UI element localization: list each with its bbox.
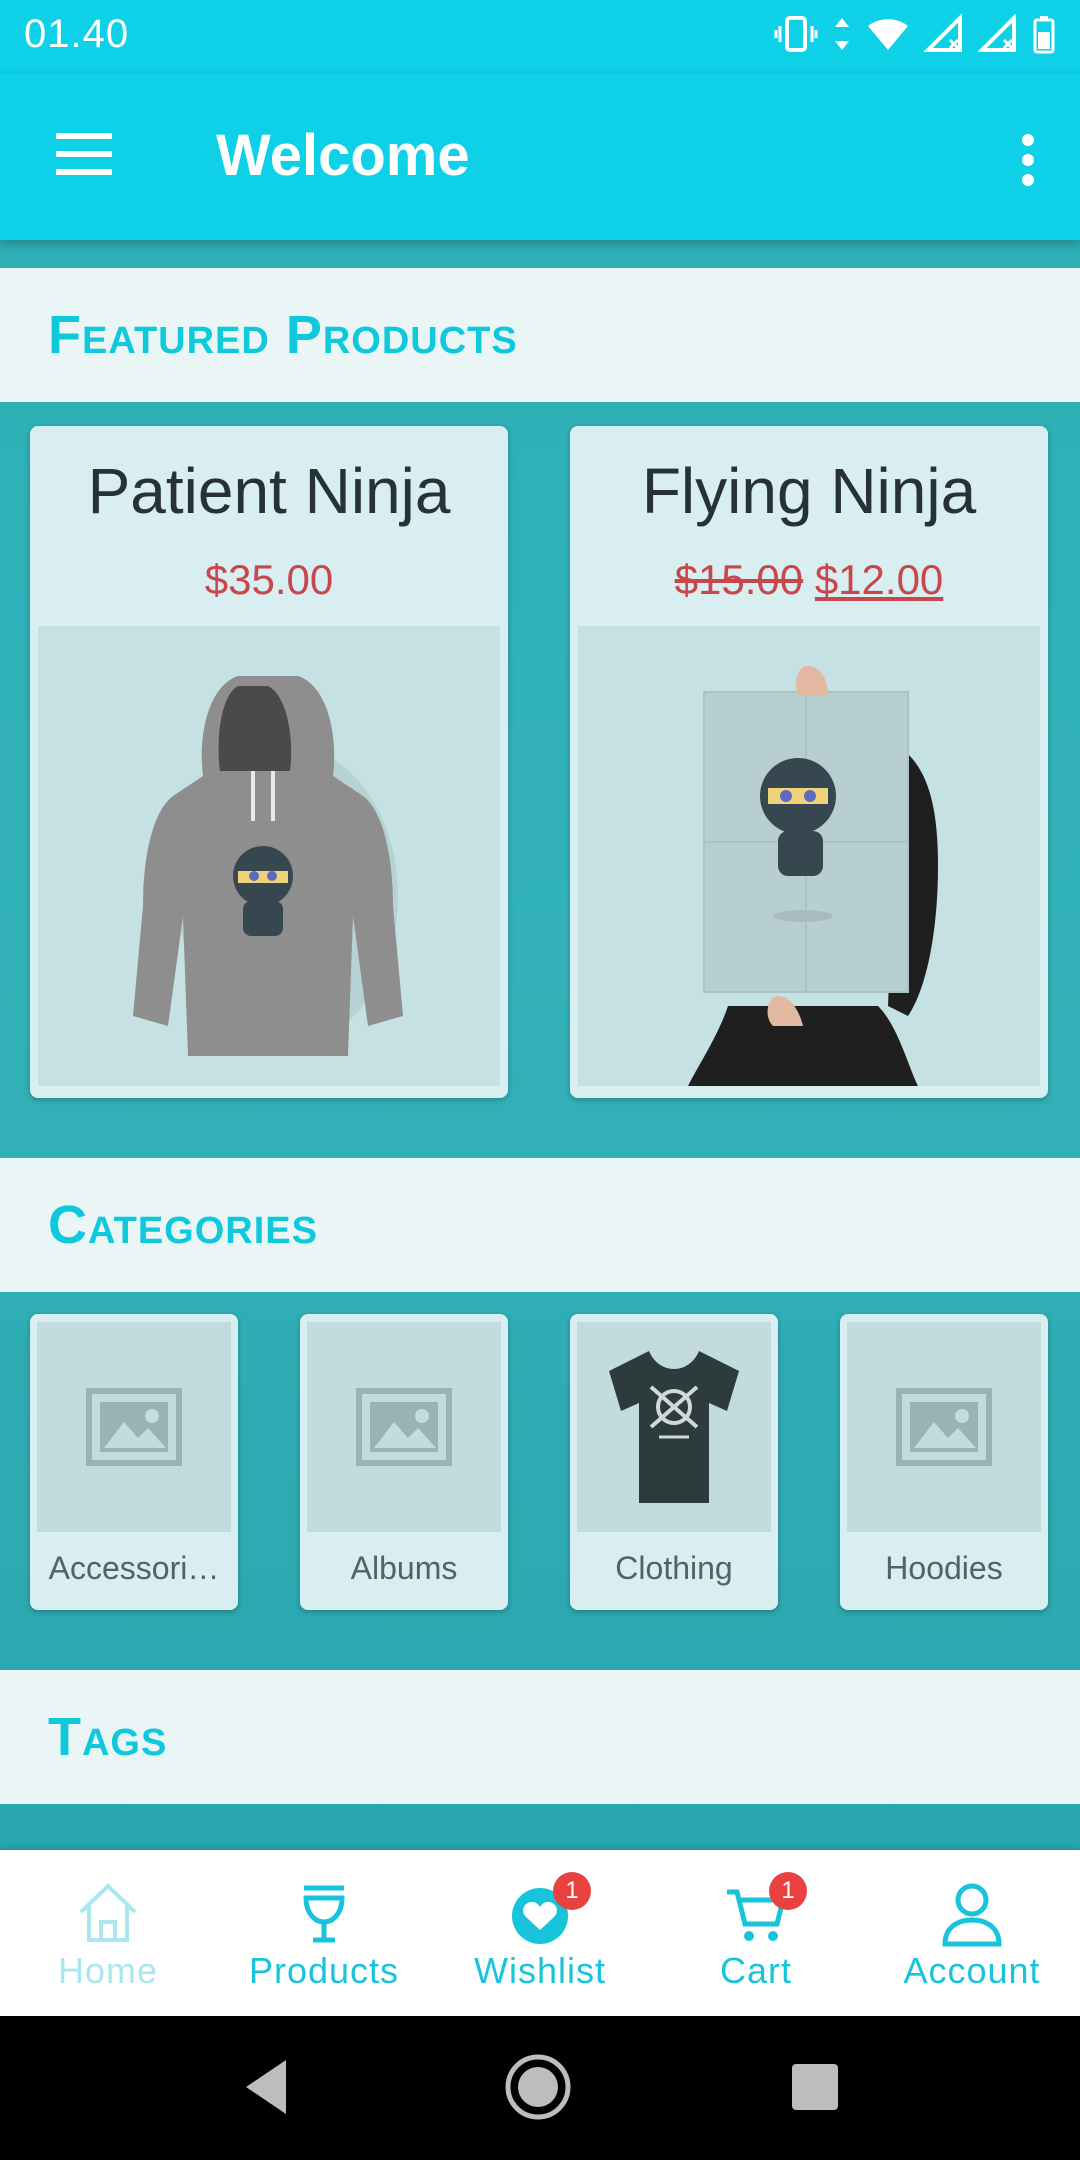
- nav-label: Cart: [719, 1950, 792, 1991]
- categories-title: Categories: [48, 1195, 318, 1255]
- category-label: Clothing: [615, 1550, 733, 1586]
- nav-label: Account: [903, 1950, 1041, 1991]
- wishlist-icon-wrap: 1: [505, 1872, 591, 1948]
- product-image-poster: [578, 626, 1040, 1086]
- status-time: 01.40: [24, 12, 130, 56]
- image-placeholder-icon: [86, 1388, 182, 1466]
- back-icon[interactable]: [236, 2052, 296, 2122]
- category-thumb: [37, 1322, 231, 1532]
- category-thumb: [577, 1322, 771, 1532]
- category-label: Hoodies: [885, 1550, 1003, 1586]
- page-title: Welcome: [216, 123, 470, 188]
- product-image-hoodie: [38, 626, 500, 1086]
- nav-item-cart[interactable]: 1 Cart: [648, 1850, 864, 2016]
- nav-label: Wishlist: [474, 1950, 606, 1991]
- data-arrows-icon: [835, 18, 849, 50]
- more-options-icon[interactable]: [1016, 130, 1040, 190]
- wishlist-badge: 1: [553, 1872, 591, 1910]
- bottom-navigation: Home Products 1 Wishlist 1 Cart Account: [0, 1850, 1080, 2016]
- home-button-icon[interactable]: [503, 2052, 573, 2122]
- battery-icon: [1033, 16, 1055, 54]
- product-name: Patient Ninja: [87, 455, 451, 527]
- wifi-icon: [868, 19, 908, 50]
- category-thumb: [307, 1322, 501, 1532]
- image-placeholder-icon: [356, 1388, 452, 1466]
- price-current: $35.00: [204, 556, 334, 603]
- featured-products-header: Featured Products: [0, 268, 1080, 402]
- category-card-accessories[interactable]: Accessori…: [30, 1314, 238, 1610]
- product-name: Flying Ninja: [641, 455, 977, 527]
- featured-products-title: Featured Products: [48, 305, 518, 365]
- nav-label: Home: [57, 1950, 159, 1991]
- vibrate-icon: [774, 16, 818, 52]
- person-icon: [942, 1883, 1002, 1947]
- category-label: Accessori…: [48, 1550, 220, 1586]
- price-sale: $12.00: [814, 556, 944, 603]
- categories-header: Categories: [0, 1158, 1080, 1292]
- product-card-patient-ninja[interactable]: Patient Ninja $35.00: [30, 426, 508, 1098]
- home-content[interactable]: Featured Products Patient Ninja $35.00 F…: [0, 240, 1080, 1850]
- category-card-albums[interactable]: Albums: [300, 1314, 508, 1610]
- tags-header: Tags: [0, 1670, 1080, 1804]
- recents-icon[interactable]: [784, 2052, 844, 2122]
- nav-item-wishlist[interactable]: 1 Wishlist: [432, 1850, 648, 2016]
- nav-item-products[interactable]: Products: [216, 1850, 432, 2016]
- category-thumb: [847, 1322, 1041, 1532]
- glass-icon: [303, 1885, 345, 1943]
- nav-label: Products: [248, 1950, 400, 1991]
- nav-item-home[interactable]: Home: [0, 1850, 216, 2016]
- app-bar: Welcome: [0, 74, 1080, 240]
- price-original: $15.00: [674, 556, 804, 603]
- image-placeholder-icon: [896, 1388, 992, 1466]
- status-icons: [774, 14, 1056, 54]
- product-card-flying-ninja[interactable]: Flying Ninja $15.00 $12.00: [570, 426, 1048, 1098]
- signal-icon-2: [978, 14, 1016, 52]
- nav-item-account[interactable]: Account: [864, 1850, 1080, 2016]
- tags-title: Tags: [48, 1707, 168, 1767]
- signal-icon: [924, 14, 962, 52]
- system-navigation-bar: [0, 2016, 1080, 2160]
- product-price: $35.00: [30, 556, 508, 604]
- cart-badge: 1: [769, 1872, 807, 1910]
- menu-icon[interactable]: [48, 124, 120, 184]
- product-price: $15.00 $12.00: [570, 556, 1048, 604]
- category-card-clothing[interactable]: Clothing: [570, 1314, 778, 1610]
- category-label: Albums: [350, 1550, 458, 1586]
- category-card-hoodies[interactable]: Hoodies: [840, 1314, 1048, 1610]
- home-icon: [79, 1883, 137, 1942]
- status-bar: 01.40: [0, 0, 1080, 74]
- tshirt-image: [609, 1351, 739, 1503]
- cart-icon-wrap: 1: [721, 1872, 807, 1948]
